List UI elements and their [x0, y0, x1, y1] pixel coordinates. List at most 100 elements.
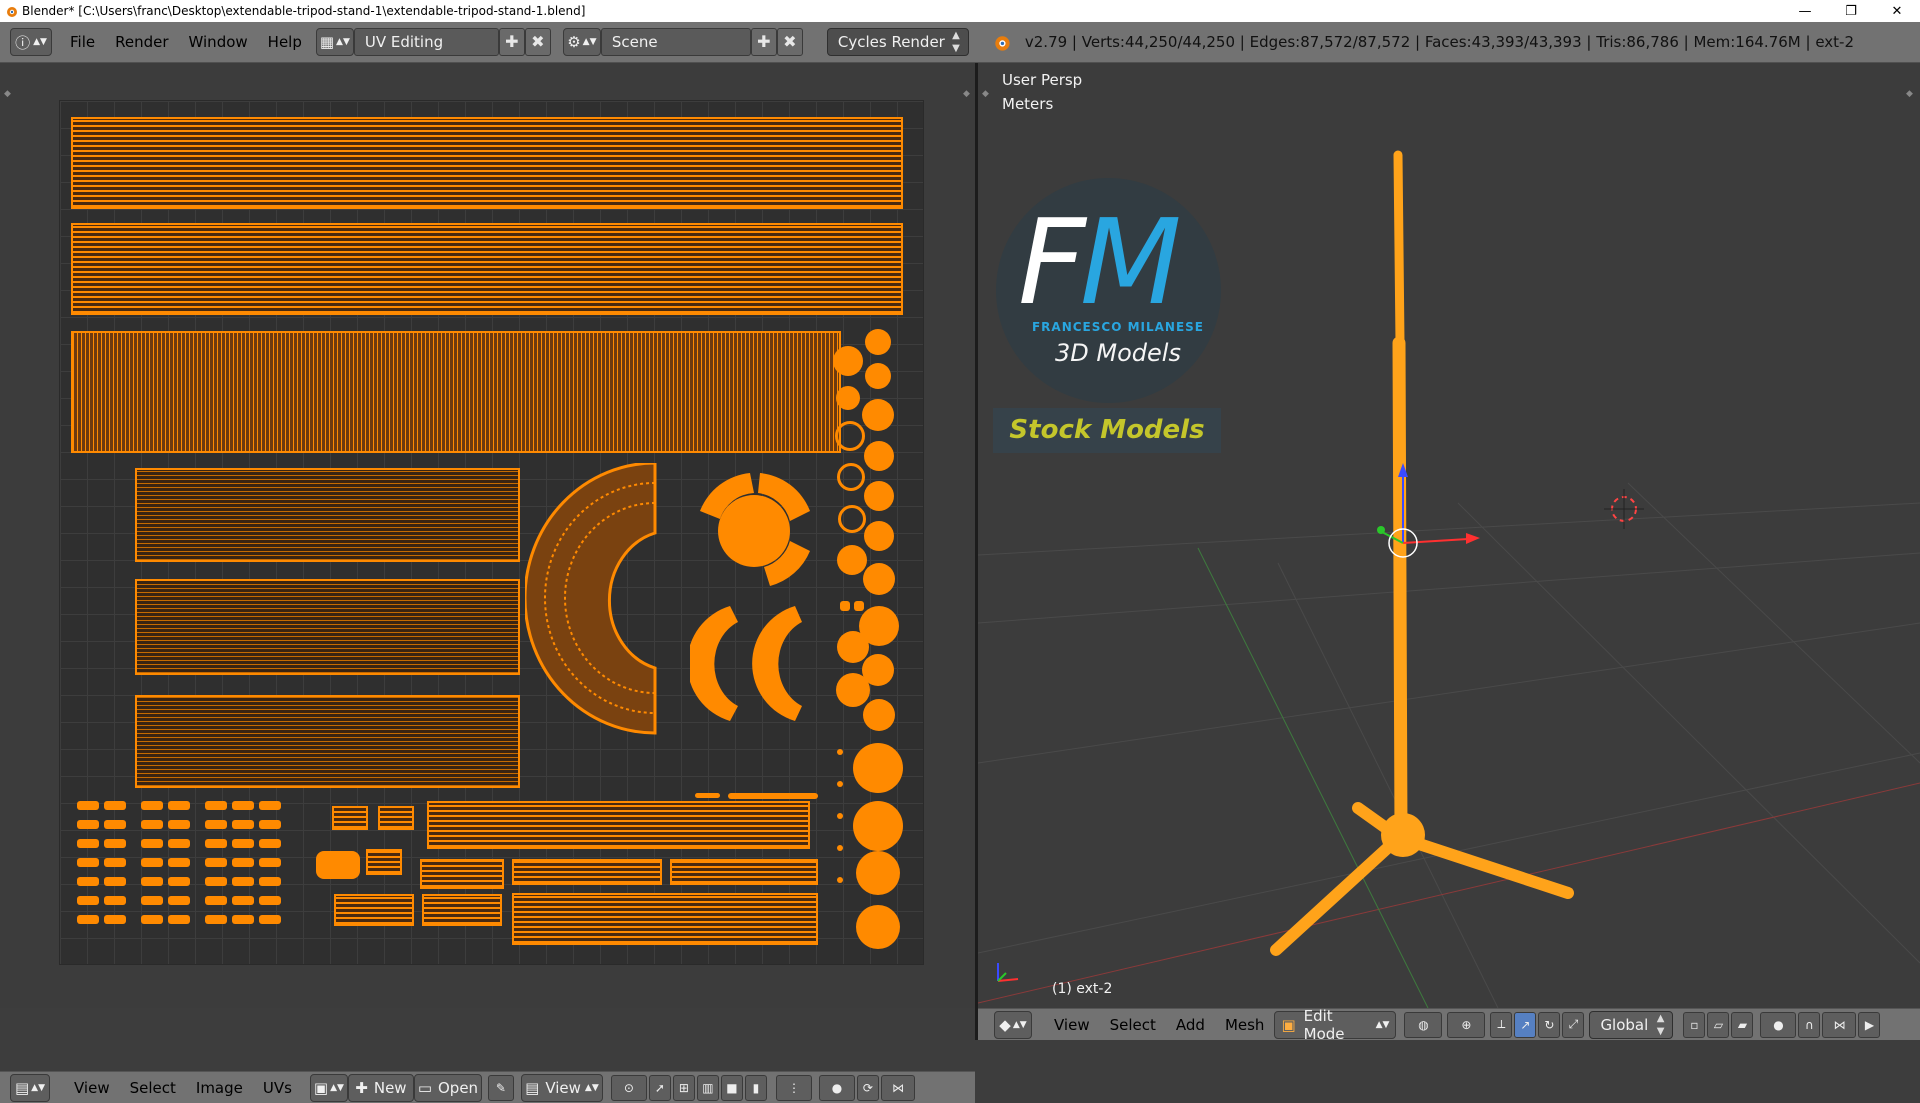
island-select-button[interactable]: ▮ [744, 1074, 767, 1101]
face-select-button[interactable]: ■ [720, 1074, 743, 1101]
uv-island [205, 877, 227, 886]
uv-island [104, 801, 126, 810]
uv-island [168, 915, 190, 924]
delete-screen-button[interactable]: ✖ [524, 28, 551, 56]
viewport-shading-select[interactable]: ◍ [1404, 1011, 1443, 1038]
logo-author-name: FRANCESCO MILANESE [1031, 320, 1205, 334]
snap-settings-button[interactable]: ⋈ [880, 1074, 915, 1101]
uv-island [836, 386, 860, 410]
interaction-mode-select[interactable]: ▣ Edit Mode ▲▼ [1274, 1007, 1397, 1043]
snap-element-select[interactable]: ⋮ [775, 1074, 812, 1101]
face-select-mode[interactable]: ▰ [1731, 1011, 1754, 1038]
3d-menu-mesh[interactable]: Mesh [1215, 1010, 1275, 1040]
uv-island [427, 801, 810, 849]
3d-menu-select[interactable]: Select [1100, 1010, 1166, 1040]
scene-browse[interactable]: ⚙ ▲▼ [562, 28, 601, 56]
uv-island [863, 699, 895, 731]
open-image-button[interactable]: ▭ Open [413, 1073, 482, 1102]
new-image-button[interactable]: ✚ New [347, 1073, 414, 1102]
uv-island [853, 743, 903, 793]
uv-island [863, 563, 895, 595]
uv-menu-view[interactable]: View [64, 1073, 120, 1103]
scene-field[interactable]: Scene [600, 28, 751, 56]
pivot-select[interactable]: ⊙ [610, 1074, 647, 1101]
3d-menu-add[interactable]: Add [1166, 1010, 1215, 1040]
close-window-button[interactable]: ✕ [1874, 0, 1920, 22]
editor-type-button[interactable]: ▤ ▲▼ [10, 1073, 50, 1102]
sticky-select-button[interactable]: ➚ [648, 1074, 671, 1101]
3d-menu-view[interactable]: View [1044, 1010, 1100, 1040]
mode-label: Edit Mode [1303, 1006, 1345, 1043]
render-preview-button[interactable]: ▶ [1858, 1011, 1881, 1038]
uv-island [695, 793, 720, 798]
uv-island [232, 896, 254, 905]
restore-button[interactable]: ❐ [1828, 0, 1874, 22]
uv-island [865, 329, 891, 355]
uv-island [141, 858, 163, 867]
uv-menu-image[interactable]: Image [186, 1073, 253, 1103]
uv-island [422, 894, 502, 926]
uv-island [837, 877, 843, 883]
vertex-select-mode[interactable]: ▫ [1683, 1011, 1706, 1038]
editor-type-button[interactable]: ◆ ▲▼ [994, 1010, 1032, 1039]
uv-island [728, 793, 818, 799]
translate-manipulator-button[interactable]: ↗ [1514, 1011, 1537, 1038]
logo-letter-f: F [1018, 193, 1086, 331]
logo-letter-m: M [1079, 193, 1182, 331]
uv-layout-canvas[interactable] [59, 100, 924, 965]
pin-image-button[interactable]: ✎ [487, 1074, 514, 1101]
uv-island [135, 695, 520, 788]
view-mode-select[interactable]: ▤ View ▲▼ [520, 1073, 603, 1102]
uv-island [232, 820, 254, 829]
proportional-edit-select[interactable]: ● [1760, 1011, 1797, 1038]
snap-element-select[interactable]: ⋈ [1822, 1011, 1857, 1038]
uv-menu-select[interactable]: Select [120, 1073, 186, 1103]
uv-menu-uvs[interactable]: UVs [253, 1073, 302, 1103]
uv-image-editor[interactable]: ◆ ◆ ▤ ▲▼ View Select Image UVs ▣ ▲▼ ✚ Ne… [0, 63, 975, 1103]
screen-layout-browse[interactable]: ▦ ▲▼ [315, 28, 354, 56]
uv-island [864, 481, 894, 511]
menu-file[interactable]: File [60, 28, 105, 56]
info-header: ⓘ ▲▼ File Render Window Help ▦ ▲▼ UV Editi… [0, 22, 1920, 63]
minimize-button[interactable]: — [1782, 0, 1828, 22]
add-scene-button[interactable]: ✚ [750, 28, 777, 56]
uv-island [856, 905, 900, 949]
pivot-icon: ⊙ [623, 1080, 634, 1095]
uv-island [141, 839, 163, 848]
pivot-point-select[interactable]: ⊕ [1447, 1011, 1486, 1038]
add-screen-button[interactable]: ✚ [498, 28, 525, 56]
camera-icon: ▶ [1864, 1017, 1875, 1032]
tool-shelf-toggle[interactable]: ◆ [4, 89, 11, 99]
menu-window[interactable]: Window [179, 28, 258, 56]
edge-select-button[interactable]: ▥ [696, 1074, 719, 1101]
manipulator-toggle[interactable]: ⟂ [1490, 1011, 1513, 1038]
vertex-select-button[interactable]: ⊞ [672, 1074, 695, 1101]
edge-select-mode[interactable]: ▱ [1707, 1011, 1730, 1038]
open-label: Open [438, 1078, 479, 1097]
3d-viewport[interactable]: ◆ ◆ User Persp Meters FM FRANCESCO MILAN… [978, 63, 1920, 1008]
rotate-manipulator-button[interactable]: ↻ [1538, 1011, 1561, 1038]
transform-orientation-select[interactable]: Global ▲ ▼ [1589, 1010, 1674, 1039]
screen-layout-field[interactable]: UV Editing [353, 28, 499, 56]
delete-scene-button[interactable]: ✖ [776, 28, 803, 56]
uv-island [104, 858, 126, 867]
uv-island [525, 463, 657, 735]
uv-island [77, 820, 99, 829]
snap-toggle[interactable]: ∩ [1798, 1011, 1821, 1038]
new-label: New [373, 1078, 407, 1097]
uv-island [168, 896, 190, 905]
render-engine-select[interactable]: Cycles Render ▲ ▼ [826, 28, 969, 56]
proportional-edit-select[interactable]: ● [818, 1074, 855, 1101]
uv-island [77, 896, 99, 905]
blender-icon [995, 36, 1010, 51]
image-browse-button[interactable]: ▣ ▲▼ [309, 1073, 348, 1102]
uv-island [259, 858, 281, 867]
uv-sync-button[interactable]: ⟳ [856, 1074, 879, 1101]
uv-island [700, 473, 810, 586]
plus-icon: ✚ [505, 32, 519, 51]
menu-render[interactable]: Render [105, 28, 178, 56]
info-editor-type-button[interactable]: ⓘ ▲▼ [10, 28, 52, 56]
menu-help[interactable]: Help [258, 28, 312, 56]
scale-manipulator-button[interactable]: ⤢ [1562, 1011, 1585, 1038]
properties-toggle[interactable]: ◆ [963, 89, 970, 99]
